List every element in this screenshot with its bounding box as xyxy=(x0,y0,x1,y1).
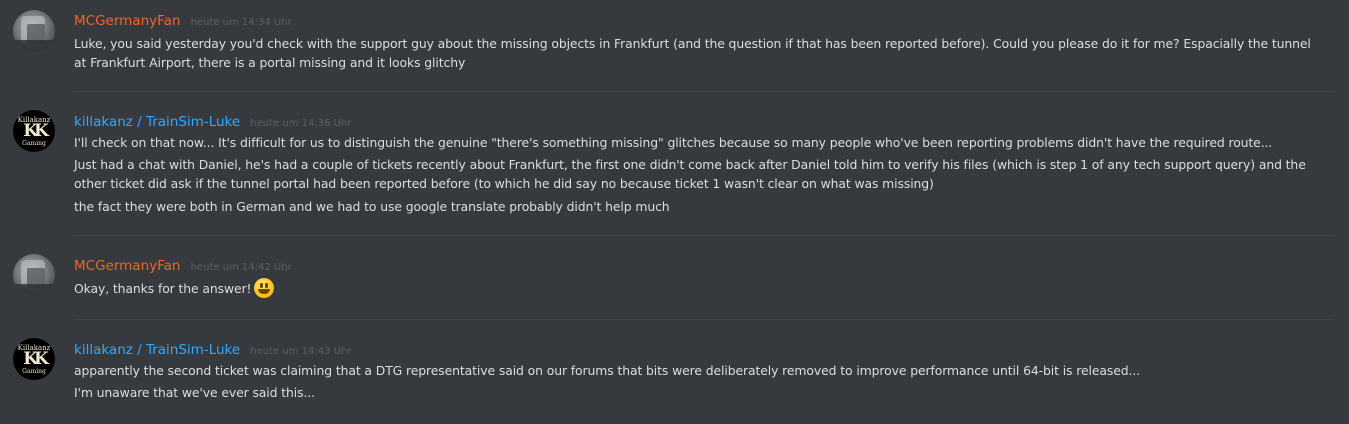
user-avatar[interactable] xyxy=(13,10,55,52)
kk-logo-icon: KK xyxy=(23,121,49,141)
message-header: MCGermanyFan heute um 14:34 Uhr xyxy=(74,10,292,29)
username[interactable]: killakanz / TrainSim-Luke xyxy=(74,114,240,130)
message-text: Okay, thanks for the answer! xyxy=(74,281,252,296)
avatar-photo-detail xyxy=(13,284,55,296)
message-divider xyxy=(74,235,1332,236)
username[interactable]: MCGermanyFan xyxy=(74,13,180,29)
smiley-emoji-icon[interactable] xyxy=(254,278,275,298)
message-header: killakanz / TrainSim-Luke heute um 14:43… xyxy=(74,339,351,358)
avatar-logo-text: Gaming xyxy=(22,140,46,147)
message-text: I'm unaware that we've ever said this... xyxy=(74,385,315,400)
message-text: Luke, you said yesterday you'd check wit… xyxy=(74,36,1311,70)
user-avatar[interactable]: Killakanz KK Gaming xyxy=(13,338,55,380)
message-timestamp: heute um 14:36 Uhr xyxy=(250,118,352,129)
username[interactable]: killakanz / TrainSim-Luke xyxy=(74,342,240,358)
message-divider xyxy=(74,319,1332,320)
message-timestamp: heute um 14:42 Uhr xyxy=(190,262,292,273)
avatar-photo-detail xyxy=(13,40,55,52)
chat-message-list: MCGermanyFan heute um 14:34 Uhr Luke, yo… xyxy=(0,0,1349,424)
message-text: Just had a chat with Daniel, he's had a … xyxy=(74,157,1306,191)
message-text: the fact they were both in German and we… xyxy=(74,199,670,214)
message-text-row: Okay, thanks for the answer! xyxy=(74,278,1324,298)
username[interactable]: MCGermanyFan xyxy=(74,258,180,274)
avatar-logo-text: Gaming xyxy=(22,368,46,375)
message-text: I'll check on that now... It's difficult… xyxy=(74,135,1273,150)
message-header: killakanz / TrainSim-Luke heute um 14:36… xyxy=(74,111,351,130)
user-avatar[interactable]: Killakanz KK Gaming xyxy=(13,110,55,152)
message-text: apparently the second ticket was claimin… xyxy=(74,363,1141,378)
message-timestamp: heute um 14:34 Uhr xyxy=(190,17,292,28)
user-avatar[interactable] xyxy=(13,254,55,296)
kk-logo-icon: KK xyxy=(23,349,49,369)
message-timestamp: heute um 14:43 Uhr xyxy=(250,346,352,357)
message-header: MCGermanyFan heute um 14:42 Uhr xyxy=(74,255,292,274)
message-divider xyxy=(74,91,1332,92)
